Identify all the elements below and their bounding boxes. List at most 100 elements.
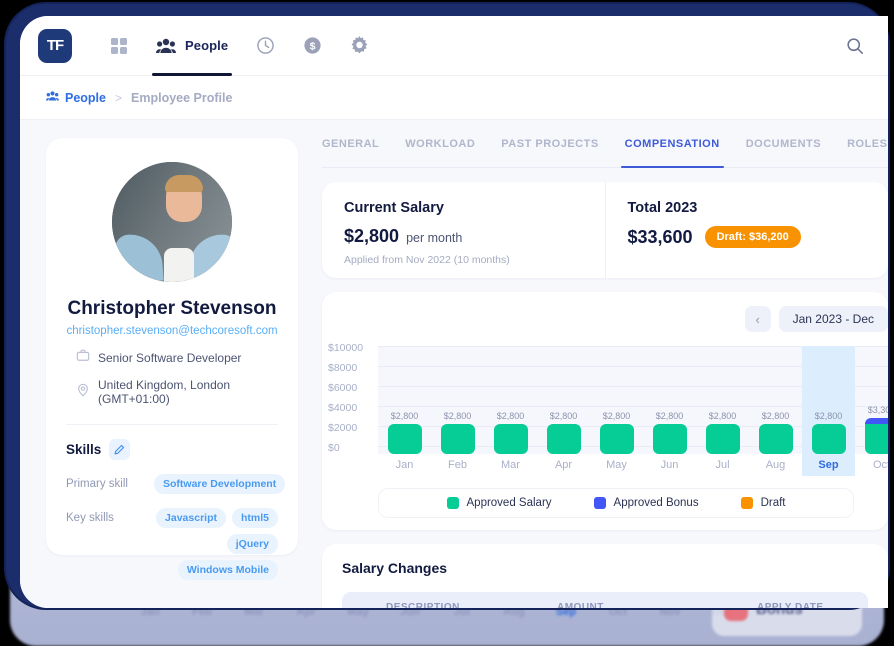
current-salary-amount: $2,800	[344, 226, 400, 246]
tab-roles[interactable]: ROLES	[847, 138, 887, 167]
x-axis-tick: Jan	[395, 459, 414, 471]
key-skill-chip[interactable]: jQuery	[226, 534, 278, 554]
x-axis-tick: May	[606, 459, 627, 471]
salary-bar-chart: $10000 $8000 $6000 $4000 $2000 $0 $2,800 Jan $2…	[322, 342, 888, 476]
bar-segment	[864, 423, 888, 454]
bar-segment	[811, 423, 846, 454]
bar-stack	[546, 423, 581, 454]
total-salary-amount: $33,600	[627, 226, 693, 247]
primary-skill-row: Primary skill Software Development	[66, 474, 286, 494]
y-axis: $10000 $8000 $6000 $4000 $2000 $0	[322, 338, 374, 458]
legend-swatch	[740, 497, 753, 509]
svg-text:$: $	[310, 41, 316, 52]
profile-tabs: GENERAL WORKLOAD PAST PROJECTS COMPENSATION…	[322, 138, 888, 168]
legend-item[interactable]: Draft	[740, 497, 786, 509]
y-axis-tick: $0	[328, 442, 340, 454]
current-salary-note: Applied from Nov 2022 (10 months)	[344, 254, 510, 266]
tab-compensation[interactable]: COMPENSATION	[620, 138, 724, 168]
nav-item-people-label: People	[185, 38, 229, 53]
column-header-amount: AMOUNT	[557, 601, 604, 609]
primary-skill-chips: Software Development	[154, 474, 286, 494]
gear-icon	[350, 36, 369, 55]
bar-value-label: $2,800	[390, 410, 419, 421]
bar-value-label: $2,800	[602, 410, 631, 421]
total-salary-row: $33,600 Draft: $36,200	[628, 226, 867, 248]
current-salary-title: Current Salary	[344, 200, 444, 216]
breadcrumb-current: Employee Profile	[131, 90, 233, 105]
nav-item-settings[interactable]	[338, 16, 381, 76]
nav-item-people[interactable]: People	[144, 16, 240, 76]
chart-bar-column[interactable]: $2,800 Jul	[696, 346, 749, 476]
tab-workload[interactable]: WORKLOAD	[405, 138, 475, 167]
chevron-left-icon[interactable]: ‹	[744, 306, 771, 332]
date-range-label[interactable]: Jan 2023 - Dec	[778, 306, 888, 332]
breadcrumb-people[interactable]: People	[46, 90, 106, 105]
bar-segment	[599, 423, 634, 454]
current-salary-row: $2,800 per month	[344, 226, 583, 247]
avatar-shirt	[164, 248, 194, 282]
chart-bar-column[interactable]: $2,800 Aug	[749, 346, 802, 476]
page-body: Christopher Stevenson christopher.steven…	[20, 120, 888, 608]
date-range-controls: ‹ Jan 2023 - Dec	[322, 306, 888, 332]
page-title: Christopher Stevenson	[67, 298, 277, 319]
avatar	[112, 162, 232, 282]
x-axis-tick: Aug	[765, 459, 786, 471]
chart-legend: Approved Salary Approved Bonus Draft	[378, 488, 854, 518]
bar-stack	[758, 423, 793, 454]
employee-location-row: United Kingdom, London (GMT+01:00)	[66, 378, 278, 406]
total-salary-title: Total 2023	[627, 200, 698, 216]
avatar-wrap	[66, 162, 278, 282]
legend-item[interactable]: Approved Bonus	[593, 497, 699, 509]
bar-stack	[705, 423, 740, 454]
bar-stack	[811, 423, 846, 454]
salary-changes-card: Salary Changes DESCRIPTION AMOUNT APPLY …	[322, 544, 888, 608]
chart-bar-column[interactable]: $2,800 Mar	[484, 346, 537, 476]
search-icon[interactable]	[846, 37, 864, 55]
grid-icon	[110, 37, 128, 55]
people-icon	[46, 90, 59, 105]
top-navigation: TF People $	[20, 16, 888, 76]
key-skills-row: Key skills Javascript html5 jQuery Windows …	[66, 508, 278, 580]
primary-skill-label: Primary skill	[66, 478, 128, 490]
briefcase-icon	[76, 348, 90, 367]
chart-bar-column[interactable]: $2,800 Feb	[431, 346, 484, 476]
key-skill-chip[interactable]: html5	[231, 508, 278, 528]
tab-general[interactable]: GENERAL	[322, 138, 379, 167]
legend-item[interactable]: Approved Salary	[446, 497, 552, 509]
compensation-panel: GENERAL WORKLOAD PAST PROJECTS COMPENSATION…	[322, 138, 888, 608]
y-axis-tick: $6000	[328, 382, 358, 394]
tab-past-projects[interactable]: PAST PROJECTS	[501, 138, 598, 167]
primary-skill-chip[interactable]: Software Development	[154, 474, 286, 494]
y-axis-tick: $8000	[328, 362, 358, 374]
key-skills-label: Key skills	[66, 512, 114, 524]
tab-documents[interactable]: DOCUMENTS	[746, 138, 821, 167]
y-axis-tick: $10000	[328, 342, 364, 354]
bar-value-label: $2,800	[655, 410, 684, 421]
pencil-icon[interactable]	[109, 439, 131, 460]
employee-profile-card: Christopher Stevenson christopher.steven…	[46, 138, 298, 580]
chart-bar-column[interactable]: $2,800 Jan	[378, 346, 431, 476]
bar-segment	[546, 423, 581, 454]
bar-stack	[652, 423, 687, 454]
chart-bar-column[interactable]: $2,800 Jun	[643, 346, 696, 476]
salary-summary-card: Current Salary $2,800 per month Applied …	[322, 182, 888, 278]
status-badge[interactable]: Draft: $36,200	[704, 226, 801, 248]
breadcrumb-separator: >	[115, 90, 123, 105]
legend-label: Approved Salary	[466, 497, 552, 509]
nav-item-dashboard[interactable]	[98, 16, 140, 76]
bar-value-label: $2,800	[549, 410, 578, 421]
chart-bar-column[interactable]: $2,800 Apr	[537, 346, 590, 476]
chart-bar-column[interactable]: $2,800 May	[590, 346, 643, 476]
chart-bar-column[interactable]: $2,800 Sep	[802, 346, 855, 476]
chart-bar-column[interactable]: $3,300 Oct	[855, 346, 888, 476]
bar-segment	[440, 423, 475, 454]
app-logo[interactable]: TF	[38, 28, 72, 63]
legend-label: Approved Bonus	[613, 497, 699, 509]
key-skill-chip[interactable]: Javascript	[156, 508, 226, 528]
nav-item-time[interactable]	[244, 16, 287, 76]
key-skill-chip[interactable]: Windows Mobile	[177, 560, 278, 580]
employee-email[interactable]: christopher.stevenson@techcoresoft.com	[66, 325, 278, 337]
employee-location: United Kingdom, London (GMT+01:00)	[98, 378, 231, 406]
nav-item-finance[interactable]: $	[291, 16, 334, 76]
bar-value-label: $2,800	[443, 410, 472, 421]
